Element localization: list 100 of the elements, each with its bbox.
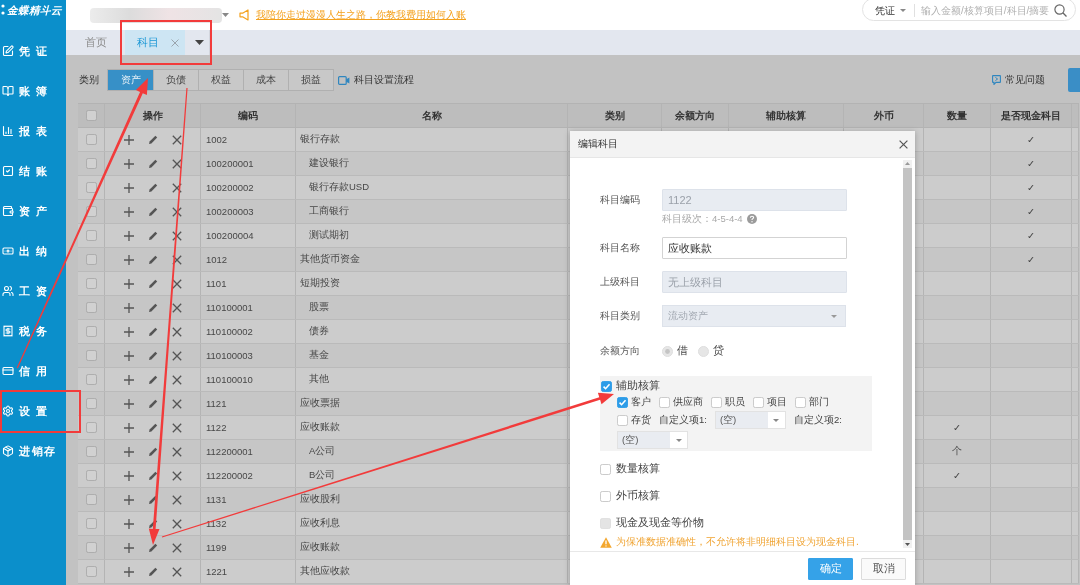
sidebar-item[interactable]: 报表	[0, 111, 66, 151]
pencil-icon[interactable]	[147, 350, 158, 361]
row-checkbox[interactable]	[85, 350, 97, 361]
category-tab[interactable]: 资产	[108, 70, 153, 90]
row-checkbox[interactable]	[85, 254, 97, 265]
pencil-icon[interactable]	[147, 230, 158, 241]
cross-icon[interactable]	[171, 350, 182, 361]
cross-icon[interactable]	[171, 470, 182, 481]
sidebar-item[interactable]: 信用	[0, 351, 66, 391]
plus-icon[interactable]	[123, 206, 134, 217]
row-checkbox[interactable]	[85, 134, 97, 145]
sidebar-item[interactable]: 税务	[0, 311, 66, 351]
category-tab[interactable]: 负债	[153, 70, 198, 90]
cross-icon[interactable]	[171, 278, 182, 289]
plus-icon[interactable]	[123, 566, 134, 577]
checkbox[interactable]	[617, 414, 628, 426]
row-checkbox[interactable]	[85, 470, 97, 481]
cross-icon[interactable]	[171, 518, 182, 529]
plus-icon[interactable]	[123, 350, 134, 361]
plus-icon[interactable]	[123, 398, 134, 409]
plus-icon[interactable]	[123, 470, 134, 481]
category-tab[interactable]: 成本	[243, 70, 288, 90]
pencil-icon[interactable]	[147, 398, 158, 409]
pencil-icon[interactable]	[147, 542, 158, 553]
sidebar-item[interactable]: 凭证	[0, 31, 66, 71]
select-field[interactable]: (空)	[617, 431, 688, 449]
close-icon[interactable]	[899, 139, 908, 149]
row-checkbox[interactable]	[85, 182, 97, 193]
cross-icon[interactable]	[171, 542, 182, 553]
checkbox[interactable]	[753, 396, 764, 408]
pencil-icon[interactable]	[147, 422, 158, 433]
checkbox[interactable]	[601, 380, 612, 392]
checkbox[interactable]	[795, 396, 806, 408]
cross-icon[interactable]	[171, 230, 182, 241]
pencil-icon[interactable]	[147, 254, 158, 265]
pencil-icon[interactable]	[147, 182, 158, 193]
confirm-button[interactable]: 确定	[808, 557, 853, 580]
help-icon[interactable]	[746, 214, 757, 224]
row-checkbox[interactable]	[85, 278, 97, 289]
cross-icon[interactable]	[171, 326, 182, 337]
pencil-icon[interactable]	[147, 302, 158, 313]
plus-icon[interactable]	[123, 182, 134, 193]
row-checkbox[interactable]	[85, 542, 97, 553]
plus-icon[interactable]	[123, 542, 134, 553]
plus-icon[interactable]	[123, 302, 134, 313]
row-checkbox[interactable]	[85, 398, 97, 409]
cancel-button[interactable]: 取消	[861, 557, 906, 580]
row-checkbox[interactable]	[85, 302, 97, 313]
cross-icon[interactable]	[171, 374, 182, 385]
pencil-icon[interactable]	[147, 446, 158, 457]
plus-icon[interactable]	[123, 326, 134, 337]
cross-icon[interactable]	[171, 158, 182, 169]
row-checkbox[interactable]	[85, 326, 97, 337]
cross-icon[interactable]	[171, 206, 182, 217]
checkbox[interactable]	[600, 463, 611, 475]
plus-icon[interactable]	[123, 254, 134, 265]
search-field[interactable]: 输入金额/核算项目/科目/摘要	[921, 5, 1051, 16]
plus-icon[interactable]	[123, 230, 134, 241]
checkbox[interactable]	[711, 396, 722, 408]
plus-icon[interactable]	[123, 446, 134, 457]
checkbox[interactable]	[617, 396, 628, 408]
pencil-icon[interactable]	[147, 158, 158, 169]
cross-icon[interactable]	[171, 302, 182, 313]
sidebar-item[interactable]: 进销存	[0, 431, 66, 471]
scrollbar[interactable]	[903, 160, 912, 548]
plus-icon[interactable]	[123, 422, 134, 433]
tab[interactable]: 首页	[77, 30, 115, 55]
plus-icon[interactable]	[123, 494, 134, 505]
row-checkbox[interactable]	[85, 374, 97, 385]
announcement-link[interactable]: 我陪你走过漫漫人生之路，你教我费用如何入账	[256, 8, 466, 22]
select-field[interactable]: (空)	[714, 411, 786, 429]
plus-icon[interactable]	[123, 134, 134, 145]
sidebar-item[interactable]: 出纳	[0, 231, 66, 271]
search-icon[interactable]	[1054, 4, 1067, 17]
scope-dropdown[interactable]: 凭证	[875, 3, 906, 18]
plus-icon[interactable]	[123, 374, 134, 385]
caret-icon[interactable]	[222, 13, 229, 17]
sidebar-item[interactable]: 资产	[0, 191, 66, 231]
row-checkbox[interactable]	[85, 518, 97, 529]
input-field[interactable]: 应收账款	[662, 237, 847, 259]
cross-icon[interactable]	[171, 182, 182, 193]
pencil-icon[interactable]	[147, 374, 158, 385]
plus-icon[interactable]	[123, 518, 134, 529]
pencil-icon[interactable]	[147, 134, 158, 145]
pencil-icon[interactable]	[147, 278, 158, 289]
checkbox[interactable]	[600, 490, 611, 502]
sidebar-item[interactable]: 设置	[0, 391, 66, 431]
row-checkbox[interactable]	[85, 446, 97, 457]
tab[interactable]: 科目	[125, 30, 185, 55]
header-checkbox[interactable]	[85, 110, 97, 121]
sidebar-item[interactable]: 工资	[0, 271, 66, 311]
guide-link[interactable]: 科目设置流程	[338, 73, 414, 87]
row-checkbox[interactable]	[85, 566, 97, 577]
pencil-icon[interactable]	[147, 326, 158, 337]
row-checkbox[interactable]	[85, 158, 97, 169]
pencil-icon[interactable]	[147, 206, 158, 217]
cross-icon[interactable]	[171, 398, 182, 409]
pencil-icon[interactable]	[147, 470, 158, 481]
row-checkbox[interactable]	[85, 422, 97, 433]
faq-link[interactable]: 常见问题	[992, 73, 1045, 87]
